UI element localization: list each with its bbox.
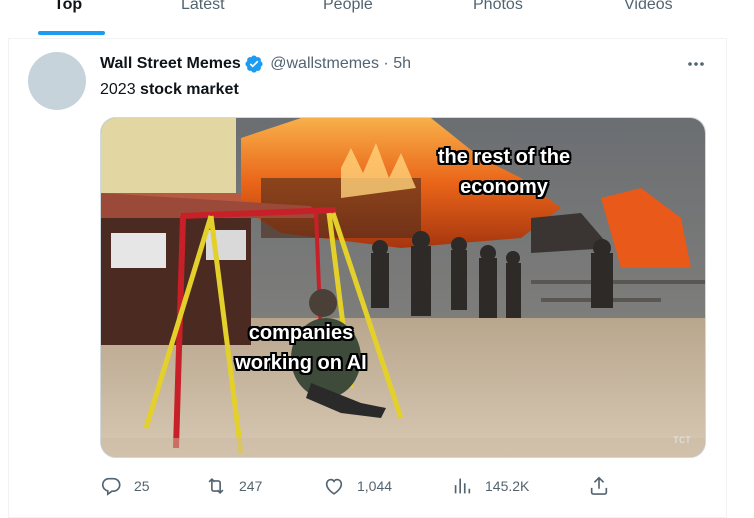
retweet-icon [208, 477, 224, 495]
share-button[interactable] [588, 472, 622, 500]
active-tab-indicator [38, 31, 105, 35]
meme-caption-top: the rest of the economy [437, 146, 571, 198]
meme-image [101, 118, 705, 457]
retweet-count: 247 [239, 478, 263, 494]
tab-photos[interactable]: Photos [473, 0, 523, 14]
tweet-text-plain: 2023 [100, 81, 141, 98]
tab-people[interactable]: People [323, 0, 373, 14]
views-icon [454, 478, 471, 494]
like-button[interactable]: 1,044 [323, 472, 392, 500]
separator-dot: · [383, 55, 389, 72]
retweet-button[interactable]: 247 [205, 472, 262, 500]
tab-top[interactable]: Top [54, 0, 82, 14]
like-count: 1,044 [357, 478, 393, 494]
meme-caption-bottom: companies working on AI [235, 322, 367, 374]
views-button[interactable]: 145.2K [451, 472, 529, 500]
search-tabs: Top Latest People Photos Videos [0, 0, 754, 37]
tweet-text: 2023 stock market [100, 81, 239, 99]
author-handle[interactable]: @wallstmemes [270, 55, 379, 72]
tweet-header: Wall Street Memes @wallstmemes · 5h [100, 54, 411, 76]
views-count: 145.2K [485, 478, 530, 494]
media-watermark: TCT [672, 436, 691, 447]
like-icon [325, 478, 343, 495]
reply-icon [101, 477, 121, 496]
share-icon [590, 476, 608, 495]
reply-button[interactable]: 25 [100, 472, 150, 500]
tab-videos[interactable]: Videos [624, 0, 673, 14]
tweet-text-bold: stock market [140, 81, 239, 98]
more-icon[interactable] [686, 54, 706, 74]
tweet-actions: 25 247 1,044 145.2K [0, 472, 754, 500]
verified-badge-icon [244, 54, 264, 74]
author-name[interactable]: Wall Street Memes [100, 55, 241, 72]
tweet-media[interactable]: the rest of the economy companies workin… [100, 117, 706, 458]
avatar[interactable] [28, 52, 86, 110]
reply-count: 25 [134, 478, 150, 494]
tab-latest[interactable]: Latest [181, 0, 225, 14]
tweet-timestamp[interactable]: 5h [393, 55, 411, 72]
